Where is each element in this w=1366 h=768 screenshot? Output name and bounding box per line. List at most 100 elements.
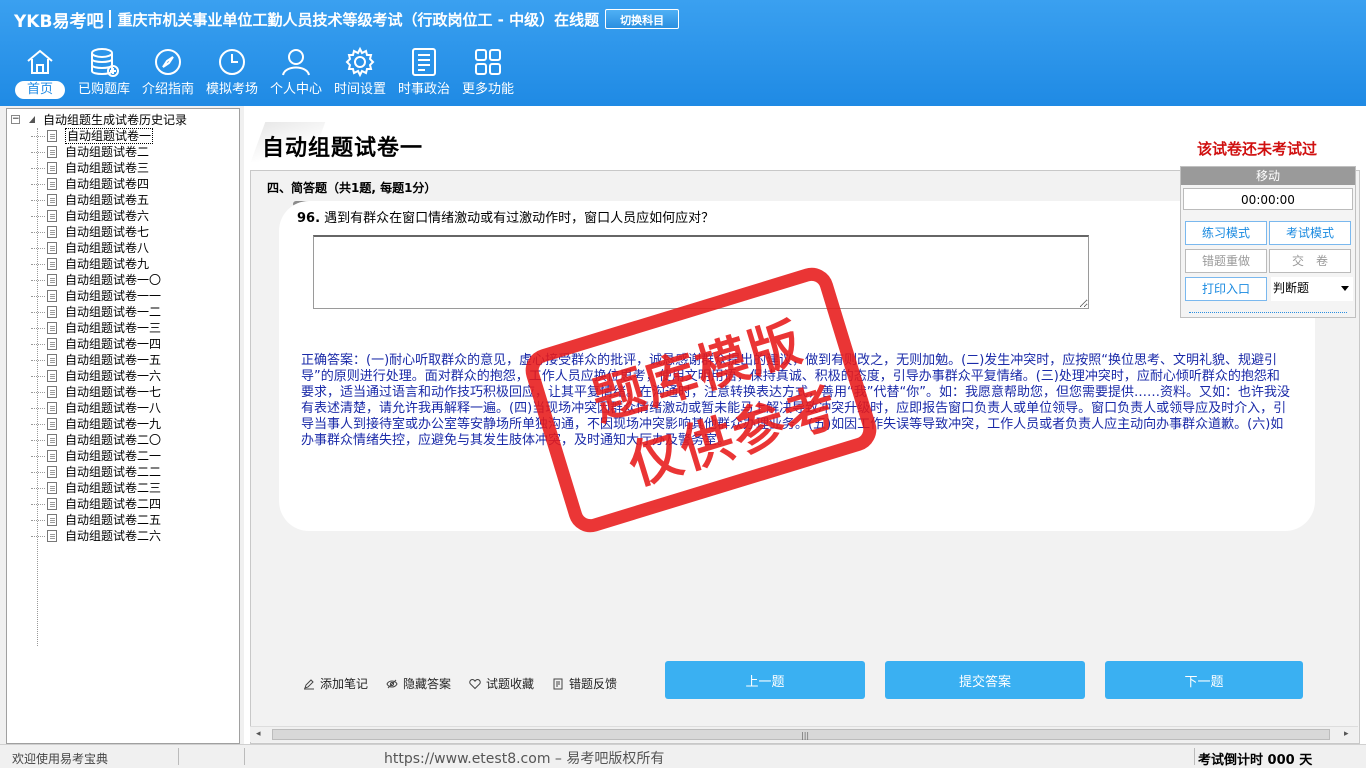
tree-connector <box>31 232 45 233</box>
tree-item[interactable]: 自动组题试卷四 <box>7 176 239 192</box>
nav-purchased[interactable]: 已购题库 <box>72 46 136 104</box>
switch-subject-button[interactable]: 切换科目 <box>605 9 680 29</box>
collapse-icon[interactable]: − <box>11 115 20 124</box>
hide-answer-button[interactable]: 隐藏答案 <box>386 675 451 692</box>
database-icon <box>91 48 119 77</box>
tree-item[interactable]: 自动组题试卷二〇 <box>7 432 239 448</box>
document-icon <box>47 162 57 174</box>
scrollbar-thumb[interactable]: ||| <box>272 729 1330 740</box>
grip-icon: ||| <box>801 731 810 740</box>
tree-connector <box>31 312 45 313</box>
favorite-question-button[interactable]: 试题收藏 <box>469 675 534 692</box>
submit-paper-button[interactable]: 交 卷 <box>1269 249 1351 273</box>
tree-item[interactable]: 自动组题试卷一九 <box>7 416 239 432</box>
tree-item-label: 自动组题试卷一六 <box>65 369 162 383</box>
practice-mode-button[interactable]: 练习模式 <box>1185 221 1267 245</box>
tree-item-label: 自动组题试卷二 <box>65 145 150 159</box>
tree-item[interactable]: 自动组题试卷一二 <box>7 304 239 320</box>
document-icon <box>47 242 57 254</box>
nav-current-affairs[interactable]: 时事政治 <box>392 46 456 104</box>
tree-item[interactable]: 自动组题试卷九 <box>7 256 239 272</box>
next-question-button[interactable]: 下一题 <box>1105 661 1303 699</box>
question-text: 96. 遇到有群众在窗口情绪激动或有过激动作时，窗口人员应如何应对？ <box>297 207 714 226</box>
tree-item[interactable]: 自动组题试卷一 <box>7 128 239 144</box>
tree-item[interactable]: 自动组题试卷三 <box>7 160 239 176</box>
folder-triangle-icon <box>29 116 35 123</box>
panel-bottom-divider <box>1189 312 1347 313</box>
tree-item-label: 自动组题试卷二二 <box>65 465 162 479</box>
tree-item[interactable]: 自动组题试卷一〇 <box>7 272 239 288</box>
favorite-question-label: 试题收藏 <box>486 677 535 691</box>
exam-control-panel: 移动 00:00:00 练习模式 考试模式 错题重做 交 卷 打印入口 判断题 <box>1180 166 1356 318</box>
tree-item[interactable]: 自动组题试卷一五 <box>7 352 239 368</box>
answer-input[interactable] <box>313 235 1089 309</box>
tree-item-label: 自动组题试卷一八 <box>65 401 162 415</box>
tree-item[interactable]: 自动组题试卷一八 <box>7 400 239 416</box>
title-divider <box>109 10 112 28</box>
print-button[interactable]: 打印入口 <box>1185 277 1267 301</box>
tree-connector <box>31 376 45 377</box>
tree-root[interactable]: − 自动组题生成试卷历史记录 <box>7 112 239 128</box>
tree-item[interactable]: 自动组题试卷七 <box>7 224 239 240</box>
nav-home[interactable]: 首页 <box>8 46 72 104</box>
question-type-select[interactable]: 判断题 <box>1271 277 1353 301</box>
tree-item-label: 自动组题试卷三 <box>65 161 150 175</box>
tree-item-label: 自动组题试卷一三 <box>65 321 162 335</box>
tree-item-label: 自动组题试卷一一 <box>65 289 162 303</box>
tree-connector <box>31 168 45 169</box>
add-note-button[interactable]: 添加笔记 <box>303 675 368 692</box>
submit-answer-button[interactable]: 提交答案 <box>885 661 1085 699</box>
document-icon <box>47 402 57 414</box>
tree-item[interactable]: 自动组题试卷二六 <box>7 528 239 544</box>
panel-move-handle[interactable]: 移动 <box>1181 167 1355 185</box>
tree-item[interactable]: 自动组题试卷一七 <box>7 384 239 400</box>
document-icon <box>47 194 57 206</box>
nav-guide[interactable]: 介绍指南 <box>136 46 200 104</box>
document-icon <box>47 514 57 526</box>
clock-icon <box>219 49 245 75</box>
tree-connector <box>31 472 45 473</box>
document-icon <box>47 258 57 270</box>
tree-item-label: 自动组题试卷二三 <box>65 481 162 495</box>
scroll-right-icon[interactable]: ▸ <box>1344 729 1349 739</box>
tree-item[interactable]: 自动组题试卷一四 <box>7 336 239 352</box>
redo-wrong-button[interactable]: 错题重做 <box>1185 249 1267 273</box>
nav-time-settings[interactable]: 时间设置 <box>328 46 392 104</box>
error-feedback-button[interactable]: 错题反馈 <box>552 675 617 692</box>
tree-item[interactable]: 自动组题试卷二五 <box>7 512 239 528</box>
scroll-left-icon[interactable]: ◂ <box>256 729 261 739</box>
document-icon <box>47 482 57 494</box>
nav-profile[interactable]: 个人中心 <box>264 46 328 104</box>
copyright-url: https://www.etest8.com – 易考吧版权所有 <box>384 751 665 767</box>
tree-connector <box>31 184 45 185</box>
tree-item[interactable]: 自动组题试卷二一 <box>7 448 239 464</box>
title-row: YKB易考吧 重庆市机关事业单位工勤人员技术等级考试（行政岗位工 - 中级）在线… <box>14 8 680 32</box>
tree-item[interactable]: 自动组题试卷一六 <box>7 368 239 384</box>
nav-more[interactable]: 更多功能 <box>456 46 520 104</box>
tree-item[interactable]: 自动组题试卷一三 <box>7 320 239 336</box>
tree-connector <box>31 536 45 537</box>
tree-items: 自动组题试卷一 自动组题试卷二 自动组题试卷三 自动组题试卷四 自动组题试卷五 自动组题试… <box>7 128 239 544</box>
tree-item-label: 自动组题试卷八 <box>65 241 150 255</box>
document-icon <box>47 418 57 430</box>
tree-item[interactable]: 自动组题试卷二四 <box>7 496 239 512</box>
tree-item-label: 自动组题试卷一 <box>65 128 154 144</box>
main-nav: 首页 已购题库 介绍指南 模拟考场 个人中心 时间设置 时事政治 更多功能 <box>8 46 520 104</box>
tree-item[interactable]: 自动组题试卷二 <box>7 144 239 160</box>
nav-mock-exam[interactable]: 模拟考场 <box>200 46 264 104</box>
document-icon <box>47 178 57 190</box>
question-card: 96. 遇到有群众在窗口情绪激动或有过激动作时，窗口人员应如何应对？ 正确答案：… <box>279 201 1315 538</box>
document-icon <box>47 210 57 222</box>
tree-connector <box>31 248 45 249</box>
tree-item[interactable]: 自动组题试卷六 <box>7 208 239 224</box>
horizontal-scrollbar[interactable]: ◂ ||| ▸ <box>250 726 1358 742</box>
tree-item[interactable]: 自动组题试卷一一 <box>7 288 239 304</box>
tree-item[interactable]: 自动组题试卷二二 <box>7 464 239 480</box>
prev-question-button[interactable]: 上一题 <box>665 661 865 699</box>
tree-item[interactable]: 自动组题试卷五 <box>7 192 239 208</box>
tree-item[interactable]: 自动组题试卷二三 <box>7 480 239 496</box>
tree-item[interactable]: 自动组题试卷八 <box>7 240 239 256</box>
tree-connector <box>31 216 45 217</box>
exam-mode-button[interactable]: 考试模式 <box>1269 221 1351 245</box>
question-number: 96. <box>297 211 321 226</box>
